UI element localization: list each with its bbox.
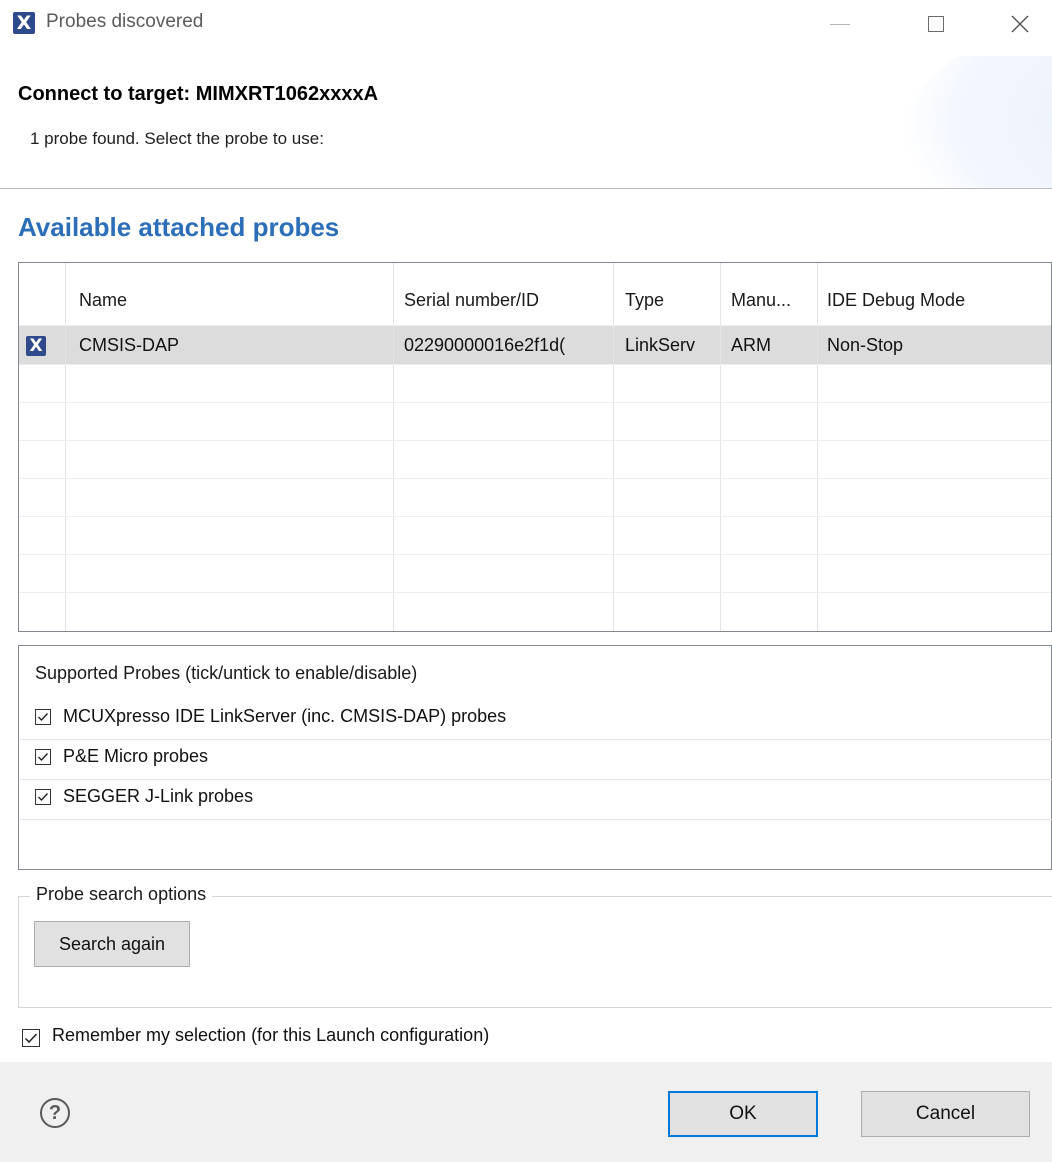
remember-selection-label[interactable]: Remember my selection (for this Launch c… — [52, 1025, 489, 1046]
probe-type[interactable]: LinkServ — [625, 335, 715, 356]
linkserver-checkbox[interactable] — [35, 709, 51, 725]
column-divider — [817, 263, 818, 631]
probe-search-options-legend: Probe search options — [30, 884, 213, 905]
jlink-checkbox[interactable] — [35, 789, 51, 805]
close-button[interactable] — [1002, 8, 1038, 40]
section-heading: Available attached probes — [18, 212, 340, 242]
checkmark-icon — [38, 793, 49, 802]
probe-table[interactable]: Name Serial number/ID Type Manu... IDE D… — [18, 262, 1052, 632]
pemicro-label: P&E Micro probes — [63, 746, 209, 766]
jlink-label: SEGGER J-Link probes — [63, 786, 254, 806]
column-header-debug-mode[interactable]: IDE Debug Mode — [827, 290, 965, 311]
minimize-icon — [830, 23, 850, 25]
row-line — [19, 516, 1051, 517]
column-header-serial[interactable]: Serial number/ID — [404, 290, 539, 311]
row-line — [19, 478, 1051, 479]
row-line — [19, 592, 1051, 593]
probe-debug-mode[interactable]: Non-Stop — [827, 335, 1037, 356]
minimize-button[interactable] — [822, 8, 858, 40]
ok-button[interactable]: OK — [668, 1091, 818, 1137]
row-line — [19, 554, 1051, 555]
supported-probe-pemicro[interactable]: P&E Micro probes — [19, 739, 1052, 780]
column-divider — [65, 263, 66, 631]
help-icon[interactable]: ? — [40, 1098, 70, 1128]
supported-probes-panel: Supported Probes (tick/untick to enable/… — [18, 645, 1052, 870]
supported-probe-jlink[interactable]: SEGGER J-Link probes — [19, 779, 1052, 820]
column-header-manufacturer[interactable]: Manu... — [731, 290, 791, 311]
connect-title: Connect to target: MIMXRT1062xxxxA — [18, 83, 379, 105]
header-divider — [0, 188, 1052, 189]
column-header-name[interactable]: Name — [79, 290, 127, 311]
header-decoration — [900, 56, 1052, 188]
column-header-type[interactable]: Type — [625, 290, 664, 311]
row-line — [19, 402, 1051, 403]
supported-probes-label: Supported Probes (tick/untick to enable/… — [35, 663, 418, 683]
column-divider — [393, 263, 394, 631]
title-bar[interactable]: X Probes discovered — [0, 0, 1052, 56]
app-icon: X — [13, 12, 35, 34]
cancel-button[interactable]: Cancel — [861, 1091, 1030, 1137]
pemicro-checkbox[interactable] — [35, 749, 51, 765]
checkmark-icon — [38, 713, 49, 722]
probe-serial[interactable]: 02290000016e2f1d( — [404, 335, 606, 356]
supported-probe-linkserver[interactable]: MCUXpresso IDE LinkServer (inc. CMSIS-DA… — [19, 699, 1052, 740]
window-title: Probes discovered — [46, 11, 204, 32]
row-line — [19, 364, 1051, 365]
dialog-header: Connect to target: MIMXRT1062xxxxA 1 pro… — [0, 56, 1052, 188]
row-line — [19, 440, 1051, 441]
checkmark-icon — [24, 1033, 38, 1044]
close-icon — [1011, 15, 1029, 33]
maximize-button[interactable] — [918, 8, 954, 40]
remember-selection-checkbox[interactable] — [22, 1029, 40, 1047]
maximize-icon — [928, 16, 944, 32]
checkmark-icon — [38, 753, 49, 762]
probe-icon: X — [26, 336, 46, 356]
column-divider — [613, 263, 614, 631]
search-again-button[interactable]: Search again — [34, 921, 190, 967]
probe-manufacturer[interactable]: ARM — [731, 335, 811, 356]
linkserver-label: MCUXpresso IDE LinkServer (inc. CMSIS-DA… — [63, 706, 507, 726]
column-divider — [720, 263, 721, 631]
row-line — [19, 325, 1051, 326]
probe-name[interactable]: CMSIS-DAP — [79, 335, 379, 356]
connect-description: 1 probe found. Select the probe to use: — [30, 129, 324, 148]
